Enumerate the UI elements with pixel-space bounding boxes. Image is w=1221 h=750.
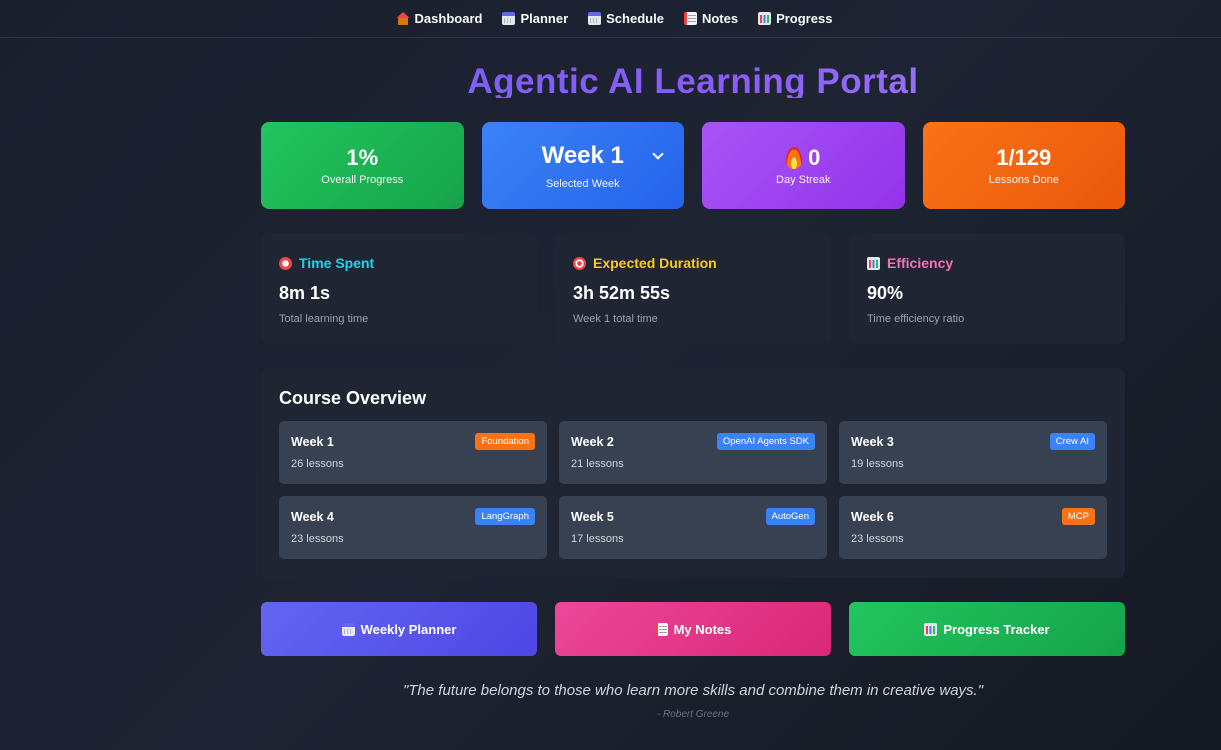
time-spent-header: Time Spent bbox=[279, 255, 519, 271]
lessons-done-value: 1/129 bbox=[996, 145, 1052, 170]
target-icon bbox=[573, 256, 586, 270]
calendar-icon bbox=[588, 12, 602, 25]
bar-chart-icon bbox=[924, 622, 938, 636]
week-card-6[interactable]: Week 6 23 lessons MCP bbox=[839, 496, 1107, 559]
week-name: Week 6 bbox=[851, 510, 894, 524]
week-topic-badge: Foundation bbox=[475, 433, 535, 450]
nav-progress-label: Progress bbox=[776, 11, 833, 26]
time-spent-value: 8m 1s bbox=[279, 283, 331, 303]
notepad-icon bbox=[654, 622, 668, 636]
week-lessons: 17 lessons bbox=[571, 533, 624, 545]
week-lessons: 26 lessons bbox=[291, 458, 344, 470]
week-lessons: 19 lessons bbox=[851, 458, 904, 470]
action-buttons: Weekly Planner My Notes Progress Tracker bbox=[261, 602, 1125, 656]
nav-dashboard[interactable]: Dashboard bbox=[396, 11, 483, 26]
expected-duration-subtitle: Week 1 total time bbox=[573, 313, 658, 325]
my-notes-label: My Notes bbox=[673, 621, 732, 637]
week-card-4[interactable]: Week 4 23 lessons LangGraph bbox=[279, 496, 547, 559]
quote-author: - Robert Greene bbox=[656, 709, 730, 720]
time-spent-card: Time Spent 8m 1s Total learning time bbox=[261, 233, 537, 344]
calendar-icon bbox=[341, 622, 355, 636]
week-lessons: 23 lessons bbox=[851, 533, 904, 545]
expected-duration-header: Expected Duration bbox=[573, 255, 813, 271]
week-selector[interactable]: Week 1 Selected Week bbox=[481, 122, 684, 209]
lessons-done-card: 1/129 Lessons Done bbox=[922, 122, 1125, 209]
weekly-planner-label: Weekly Planner bbox=[360, 621, 457, 637]
overall-progress-value: 1% bbox=[346, 145, 379, 170]
week-grid: Week 1 26 lessons Foundation Week 2 21 l… bbox=[279, 421, 1107, 559]
efficiency-header: Efficiency bbox=[867, 255, 1107, 271]
day-streak-label: Day Streak bbox=[776, 174, 831, 186]
home-icon bbox=[396, 12, 410, 25]
course-overview-title: Course Overview bbox=[279, 388, 427, 408]
bar-chart-icon bbox=[758, 12, 772, 25]
metrics-row: Time Spent 8m 1s Total learning time Exp… bbox=[261, 233, 1125, 344]
week-topic-badge: AutoGen bbox=[765, 508, 815, 525]
week-topic-badge: OpenAI Agents SDK bbox=[716, 433, 815, 450]
nav-notes[interactable]: Notes bbox=[683, 11, 739, 26]
week-lessons: 21 lessons bbox=[571, 458, 624, 470]
day-streak-card: 0 Day Streak bbox=[702, 122, 905, 209]
nav-schedule-label: Schedule bbox=[606, 11, 664, 26]
alarm-clock-icon bbox=[279, 256, 292, 270]
nav-dashboard-label: Dashboard bbox=[414, 11, 483, 26]
top-navigation: Dashboard Planner Schedule Notes Progres… bbox=[0, 0, 1221, 38]
calendar-icon bbox=[502, 12, 516, 25]
efficiency-subtitle: Time efficiency ratio bbox=[867, 313, 965, 325]
efficiency-value: 90% bbox=[867, 283, 904, 303]
lessons-done-label: Lessons Done bbox=[988, 174, 1059, 186]
week-card-5[interactable]: Week 5 17 lessons AutoGen bbox=[559, 496, 827, 559]
week-card-2[interactable]: Week 2 21 lessons OpenAI Agents SDK bbox=[559, 421, 827, 484]
progress-tracker-button[interactable]: Progress Tracker bbox=[849, 602, 1125, 656]
nav-progress[interactable]: Progress bbox=[758, 11, 832, 26]
nav-notes-label: Notes bbox=[701, 11, 739, 26]
notepad-icon bbox=[683, 12, 697, 25]
quote-text: "The future belongs to those who learn m… bbox=[402, 682, 984, 699]
time-spent-title: Time Spent bbox=[299, 255, 375, 271]
stats-row: 1% Overall Progress Week 1 Selected Week… bbox=[261, 122, 1125, 209]
overall-progress-card: 1% Overall Progress bbox=[261, 122, 464, 209]
expected-duration-value: 3h 52m 55s bbox=[573, 283, 671, 303]
nav-planner[interactable]: Planner bbox=[502, 11, 568, 26]
efficiency-title: Efficiency bbox=[887, 255, 954, 271]
selected-week-value: Week 1 bbox=[541, 141, 624, 169]
course-overview: Course Overview Week 1 26 lessons Founda… bbox=[261, 368, 1125, 578]
day-streak-value-row: 0 bbox=[786, 145, 820, 171]
efficiency-card: Efficiency 90% Time efficiency ratio bbox=[849, 233, 1125, 344]
expected-duration-title: Expected Duration bbox=[593, 255, 717, 271]
week-topic-badge: MCP bbox=[1061, 508, 1095, 525]
week-card-3[interactable]: Week 3 19 lessons Crew AI bbox=[839, 421, 1107, 484]
expected-duration-card: Expected Duration 3h 52m 55s Week 1 tota… bbox=[555, 233, 831, 344]
time-spent-subtitle: Total learning time bbox=[279, 313, 369, 325]
page-title: Agentic AI Learning Portal bbox=[0, 58, 1221, 98]
fire-icon bbox=[786, 147, 803, 169]
week-topic-badge: LangGraph bbox=[475, 508, 535, 525]
week-card-1[interactable]: Week 1 26 lessons Foundation bbox=[279, 421, 547, 484]
my-notes-button[interactable]: My Notes bbox=[555, 602, 831, 656]
nav-schedule[interactable]: Schedule bbox=[588, 11, 664, 26]
week-lessons: 23 lessons bbox=[291, 533, 344, 545]
progress-tracker-label: Progress Tracker bbox=[943, 621, 1050, 637]
overall-progress-label: Overall Progress bbox=[321, 174, 404, 186]
nav-planner-label: Planner bbox=[520, 11, 569, 26]
week-topic-badge: Crew AI bbox=[1049, 433, 1095, 450]
chevron-down-icon[interactable] bbox=[652, 148, 664, 160]
weekly-planner-button[interactable]: Weekly Planner bbox=[261, 602, 537, 656]
selected-week-label: Selected Week bbox=[545, 177, 620, 190]
bar-chart-icon bbox=[867, 256, 880, 270]
day-streak-value: 0 bbox=[808, 145, 821, 170]
